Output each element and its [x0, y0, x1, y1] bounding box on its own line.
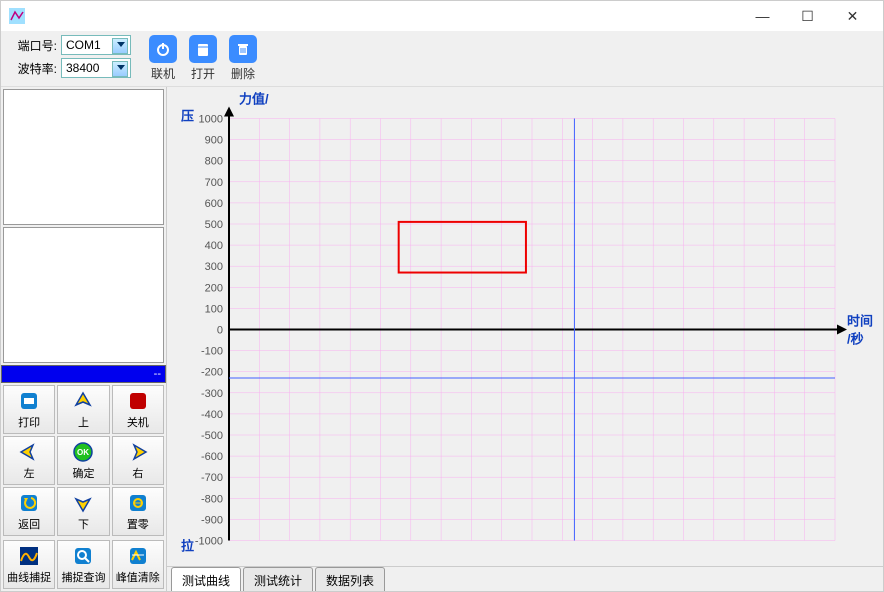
capture-query-button[interactable]: 捕捉查询 [57, 540, 109, 589]
connect-button[interactable]: 联机 [149, 35, 177, 82]
tabs: 测试曲线 测试统计 数据列表 [167, 566, 883, 591]
port-controls: 端口号: COM1 波特率: 38400 [9, 35, 131, 78]
up-arrow-icon [71, 389, 95, 413]
print-button[interactable]: 打印 [3, 385, 55, 434]
left-button[interactable]: 左 [3, 436, 55, 485]
baud-combo[interactable]: 38400 [61, 58, 131, 78]
down-arrow-icon [71, 491, 95, 515]
svg-text:/秒: /秒 [847, 332, 864, 347]
svg-text:800: 800 [205, 156, 223, 168]
stop-icon [126, 389, 150, 413]
svg-text:200: 200 [205, 282, 223, 294]
close-button[interactable]: ✕ [830, 1, 875, 31]
svg-text:-300: -300 [201, 388, 223, 400]
titlebar: — ☐ ✕ [1, 1, 883, 31]
chart-svg: 10009008007006005004003002001000-100-200… [167, 87, 883, 566]
svg-text:-100: -100 [201, 346, 223, 358]
open-label: 打开 [191, 65, 215, 82]
button-grid: 打印 上 关机 左 OK 确定 [1, 383, 166, 538]
left-panel: -- 打印 上 关机 左 OK [1, 87, 167, 591]
svg-text:500: 500 [205, 219, 223, 231]
chart-container[interactable]: 10009008007006005004003002001000-100-200… [167, 87, 883, 566]
svg-text:-900: -900 [201, 514, 223, 526]
open-button[interactable]: 打开 [189, 35, 217, 82]
delete-label: 删除 [231, 65, 255, 82]
svg-text:600: 600 [205, 198, 223, 210]
zero-icon [126, 491, 150, 515]
print-icon [17, 389, 41, 413]
peak-icon [126, 544, 150, 568]
svg-text:OK: OK [77, 448, 89, 457]
tab-curve[interactable]: 测试曲线 [171, 567, 241, 591]
toolbar: 端口号: COM1 波特率: 38400 联机 打开 删除 [1, 31, 883, 87]
curve-icon [17, 544, 41, 568]
panel-area [1, 87, 166, 365]
svg-text:-400: -400 [201, 409, 223, 421]
svg-text:-700: -700 [201, 472, 223, 484]
svg-text:900: 900 [205, 135, 223, 147]
svg-text:100: 100 [205, 303, 223, 315]
svg-text:力值/: 力值/ [239, 92, 269, 107]
trash-icon [229, 35, 257, 63]
action-buttons: 联机 打开 删除 [149, 35, 257, 82]
chart-area: 10009008007006005004003002001000-100-200… [167, 87, 883, 591]
svg-text:0: 0 [217, 325, 223, 337]
svg-text:-1000: -1000 [195, 536, 223, 548]
svg-text:400: 400 [205, 240, 223, 252]
up-button[interactable]: 上 [57, 385, 109, 434]
connect-label: 联机 [151, 65, 175, 82]
app-icon [9, 8, 25, 24]
tab-table[interactable]: 数据列表 [315, 567, 385, 591]
zero-button[interactable]: 置零 [112, 487, 164, 536]
right-button[interactable]: 右 [112, 436, 164, 485]
svg-text:-200: -200 [201, 367, 223, 379]
left-arrow-icon [17, 440, 41, 464]
content: -- 打印 上 关机 左 OK [1, 87, 883, 591]
info-box-1 [3, 89, 164, 225]
peak-clear-button[interactable]: 峰值清除 [112, 540, 164, 589]
ok-button[interactable]: OK 确定 [57, 436, 109, 485]
svg-text:时间: 时间 [847, 314, 873, 329]
query-icon [71, 544, 95, 568]
folder-icon [189, 35, 217, 63]
delete-button[interactable]: 删除 [229, 35, 257, 82]
baud-label: 波特率: [9, 60, 57, 77]
svg-text:压: 压 [181, 109, 194, 124]
back-icon [17, 491, 41, 515]
svg-text:-600: -600 [201, 451, 223, 463]
info-box-2 [3, 227, 164, 363]
port-combo[interactable]: COM1 [61, 35, 131, 55]
svg-text:300: 300 [205, 261, 223, 273]
back-button[interactable]: 返回 [3, 487, 55, 536]
port-label: 端口号: [9, 37, 57, 54]
curve-capture-button[interactable]: 曲线捕捉 [3, 540, 55, 589]
app-window: — ☐ ✕ 端口号: COM1 波特率: 38400 联机 打开 [0, 0, 884, 592]
bottom-buttons: 曲线捕捉 捕捉查询 峰值清除 [1, 538, 166, 591]
ok-icon: OK [71, 440, 95, 464]
minimize-button[interactable]: — [740, 1, 785, 31]
svg-text:1000: 1000 [199, 114, 223, 126]
power-icon [149, 35, 177, 63]
down-button[interactable]: 下 [57, 487, 109, 536]
svg-text:-800: -800 [201, 493, 223, 505]
svg-text:700: 700 [205, 177, 223, 189]
status-bar: -- [1, 365, 166, 383]
maximize-button[interactable]: ☐ [785, 1, 830, 31]
svg-text:拉: 拉 [181, 539, 194, 554]
tab-stats[interactable]: 测试统计 [243, 567, 313, 591]
right-arrow-icon [126, 440, 150, 464]
svg-text:-500: -500 [201, 430, 223, 442]
power-off-button[interactable]: 关机 [112, 385, 164, 434]
